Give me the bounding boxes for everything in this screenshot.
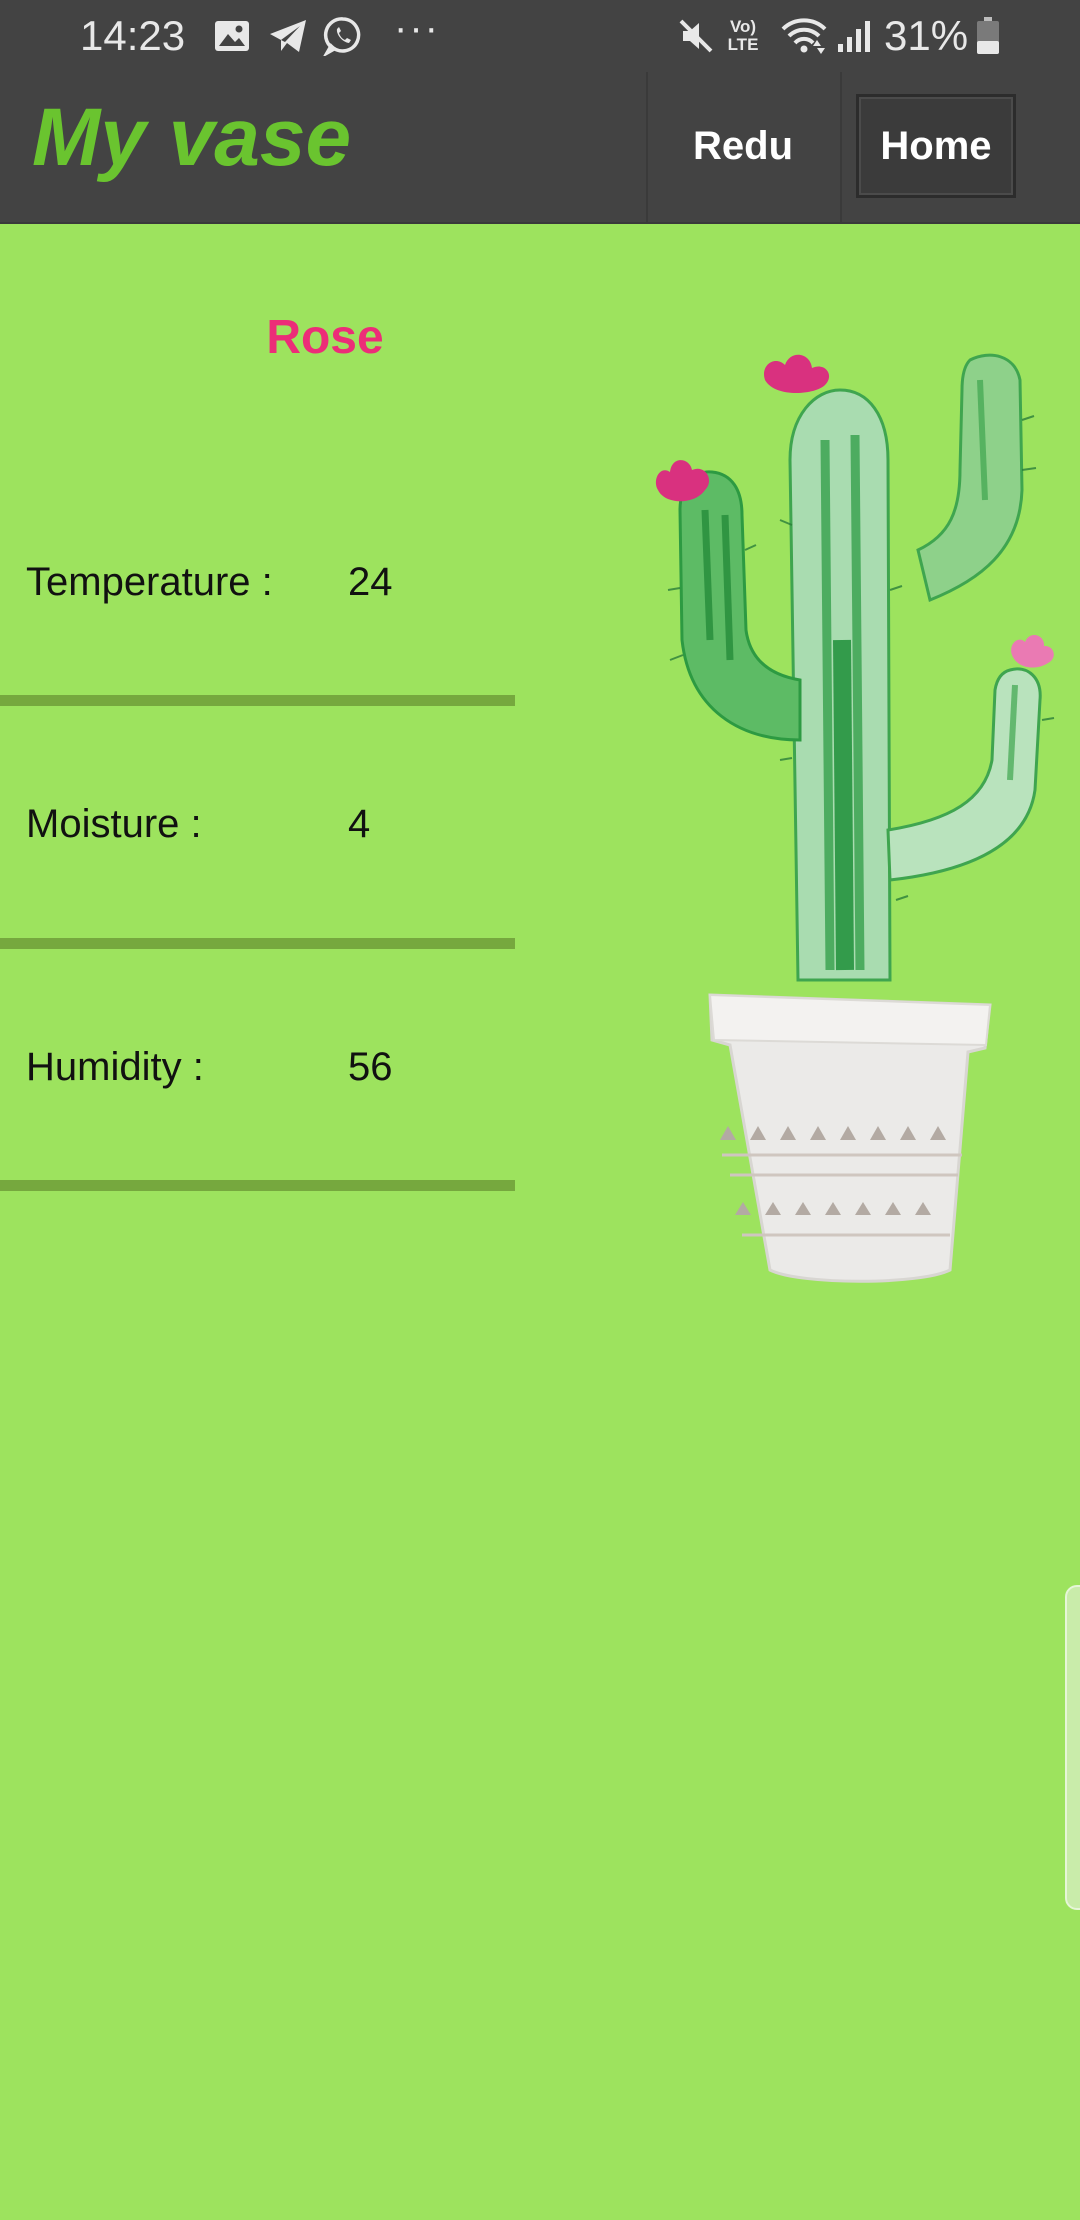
divider-line <box>0 695 515 706</box>
temperature-label: Temperature : <box>26 560 273 604</box>
nav-divider <box>646 72 648 222</box>
wifi-icon <box>780 14 828 58</box>
whatsapp-icon <box>322 14 364 58</box>
more-notifications-indicator: ··· <box>394 6 440 50</box>
app-title: My vase <box>32 92 352 183</box>
signal-icon <box>834 14 874 58</box>
telegram-icon <box>266 14 310 58</box>
divider-line <box>0 1180 515 1191</box>
gallery-icon <box>212 14 252 58</box>
mute-icon <box>676 14 716 58</box>
volte-label-bottom: LTE <box>727 35 759 54</box>
status-bar: 14:23 ··· Vo) LTE 31% <box>0 0 1080 72</box>
cactus-illustration <box>655 353 1055 1283</box>
humidity-label: Humidity : <box>26 1045 204 1089</box>
app-bar: My vase Redu Home <box>0 72 1080 224</box>
battery-percentage: 31% <box>884 12 969 59</box>
humidity-value: 56 <box>348 1045 393 1089</box>
volte-icon: Vo) LTE <box>722 14 764 58</box>
moisture-label: Moisture : <box>26 802 202 846</box>
nav-divider <box>840 72 842 222</box>
moisture-value: 4 <box>348 802 371 846</box>
volte-label-top: Vo) <box>729 17 757 36</box>
battery-icon <box>974 14 1002 58</box>
status-time: 14:23 <box>80 12 186 59</box>
nav-redu-button[interactable]: Redu <box>650 94 836 198</box>
divider-line <box>0 938 515 949</box>
scroll-handle[interactable] <box>1065 1585 1080 1910</box>
nav-home-button[interactable]: Home <box>856 94 1016 198</box>
temperature-value: 24 <box>348 560 393 604</box>
plant-name: Rose <box>266 311 384 364</box>
